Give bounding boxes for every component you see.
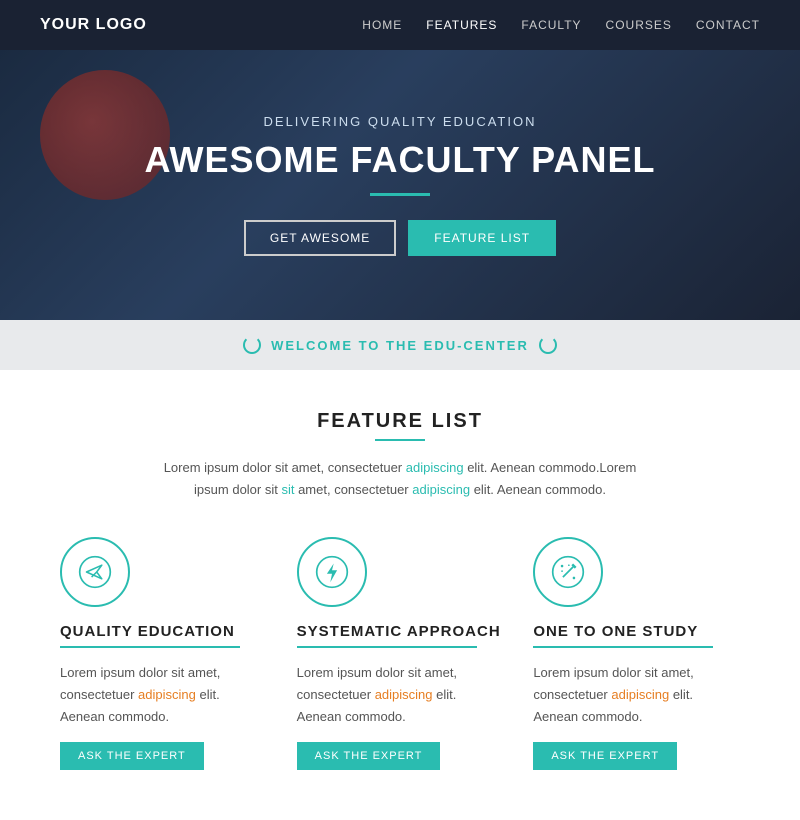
hero-title: AWESOME FACULTY PANEL xyxy=(144,139,655,181)
feature-card-systematic: SYSTEMATIC APPROACH Lorem ipsum dolor si… xyxy=(297,537,504,770)
systematic-highlight: adipiscing xyxy=(375,687,433,702)
quality-icon-circle xyxy=(60,537,130,607)
navbar: YOUR LOGO HOME FEATURES FACULTY COURSES … xyxy=(0,0,800,50)
welcome-banner: WELCOME TO THE EDU-CENTER xyxy=(0,320,800,370)
refresh-icon-left xyxy=(243,336,261,354)
welcome-text: WELCOME TO THE EDU-CENTER xyxy=(271,338,529,353)
onetone-ask-button[interactable]: ASK THE EXPERT xyxy=(533,742,677,770)
nav-contact[interactable]: CONTACT xyxy=(696,18,760,32)
refresh-icon-right xyxy=(539,336,557,354)
quality-underline xyxy=(60,646,240,648)
systematic-ask-button[interactable]: ASK THE EXPERT xyxy=(297,742,441,770)
nav-faculty[interactable]: FACULTY xyxy=(521,18,581,32)
wand-icon xyxy=(551,555,585,589)
hero-divider xyxy=(370,193,430,196)
feature-card-quality: QUALITY EDUCATION Lorem ipsum dolor sit … xyxy=(60,537,267,770)
hero-content: DELIVERING QUALITY EDUCATION AWESOME FAC… xyxy=(144,114,655,256)
quality-ask-button[interactable]: ASK THE EXPERT xyxy=(60,742,204,770)
quality-title: QUALITY EDUCATION xyxy=(60,623,267,640)
onetone-highlight: adipiscing xyxy=(611,687,669,702)
hero-subtitle: DELIVERING QUALITY EDUCATION xyxy=(144,114,655,129)
onetone-icon-wrap xyxy=(533,537,740,607)
hero-section: DELIVERING QUALITY EDUCATION AWESOME FAC… xyxy=(0,50,800,320)
features-section: FEATURE LIST Lorem ipsum dolor sit amet,… xyxy=(0,370,800,820)
lightning-icon xyxy=(315,555,349,589)
systematic-desc: Lorem ipsum dolor sit amet, consectetuer… xyxy=(297,662,504,728)
navbar-links: HOME FEATURES FACULTY COURSES CONTACT xyxy=(362,16,760,34)
desc-highlight-2: sit xyxy=(281,482,294,497)
nav-home[interactable]: HOME xyxy=(362,18,402,32)
navbar-logo: YOUR LOGO xyxy=(40,16,147,34)
features-description: Lorem ipsum dolor sit amet, consectetuer… xyxy=(150,457,650,501)
quality-icon-wrap xyxy=(60,537,267,607)
features-title-underline xyxy=(375,439,425,441)
feature-card-onetone: ONE TO ONE STUDY Lorem ipsum dolor sit a… xyxy=(533,537,740,770)
desc-highlight-1: adipiscing xyxy=(406,460,464,475)
nav-features[interactable]: FEATURES xyxy=(426,18,497,32)
quality-highlight: adipiscing xyxy=(138,687,196,702)
desc-highlight-3: adipiscing xyxy=(412,482,470,497)
systematic-underline xyxy=(297,646,477,648)
onetone-title: ONE TO ONE STUDY xyxy=(533,623,740,640)
quality-desc: Lorem ipsum dolor sit amet, consectetuer… xyxy=(60,662,267,728)
systematic-title: SYSTEMATIC APPROACH xyxy=(297,623,504,640)
feature-list-button[interactable]: FEATURE LIST xyxy=(408,220,556,256)
features-title: FEATURE LIST xyxy=(60,410,740,433)
nav-courses[interactable]: COURSES xyxy=(606,18,672,32)
paper-plane-icon xyxy=(78,555,112,589)
onetone-underline xyxy=(533,646,713,648)
systematic-icon-wrap xyxy=(297,537,504,607)
hero-buttons: GET AWESOME FEATURE LIST xyxy=(144,220,655,256)
systematic-icon-circle xyxy=(297,537,367,607)
onetone-icon-circle xyxy=(533,537,603,607)
features-grid: QUALITY EDUCATION Lorem ipsum dolor sit … xyxy=(60,537,740,770)
onetone-desc: Lorem ipsum dolor sit amet, consectetuer… xyxy=(533,662,740,728)
get-awesome-button[interactable]: GET AWESOME xyxy=(244,220,396,256)
